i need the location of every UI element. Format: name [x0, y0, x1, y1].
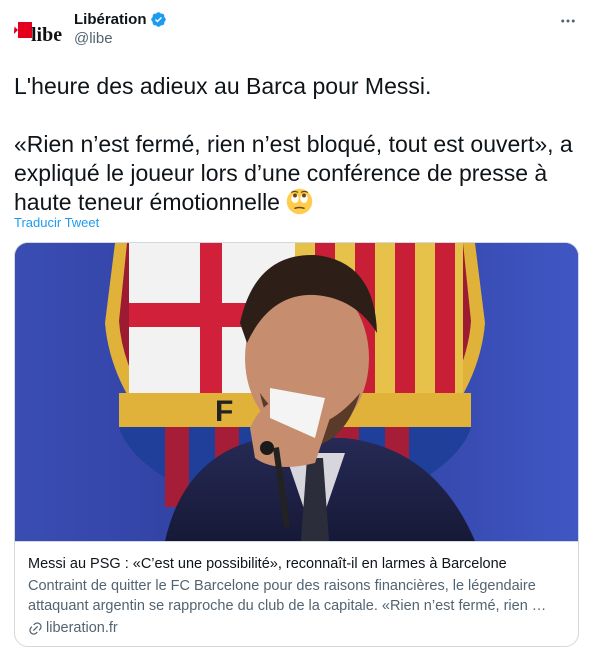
- card-domain: liberation.fr: [28, 618, 567, 638]
- link-icon: [29, 621, 42, 635]
- liberation-logo-icon: libe: [14, 8, 62, 56]
- display-name[interactable]: Libération: [74, 11, 147, 28]
- verified-badge-icon: [150, 12, 166, 27]
- card-title: Messi au PSG : «C’est une possibilité», …: [28, 556, 507, 572]
- svg-text:F: F: [215, 395, 233, 428]
- card-description: Contraint de quitter le FC Barcelone pou…: [28, 578, 547, 614]
- handle[interactable]: @libe: [74, 30, 113, 47]
- messi-press-photo: F: [15, 243, 578, 541]
- tweet-text-line-1: L'heure des adieux au Barca pour Messi.: [14, 73, 432, 99]
- more-options-icon[interactable]: [557, 10, 579, 32]
- svg-text:libe: libe: [31, 24, 62, 46]
- card-body: Messi au PSG : «C’est une possibilité», …: [15, 541, 578, 646]
- tweet-text-line-2: «Rien n’est fermé, rien n’est bloqué, to…: [14, 130, 579, 217]
- rolling-eyes-emoji-icon: [287, 188, 313, 215]
- name-row: Libération: [74, 11, 167, 28]
- tweet-text: L'heure des adieux au Barca pour Messi. …: [14, 72, 579, 217]
- avatar[interactable]: libe: [14, 8, 62, 56]
- card-image[interactable]: F: [15, 243, 578, 541]
- link-card[interactable]: F Messi au PSG : «C’est une possibilité»…: [14, 242, 579, 647]
- tweet-header: libe Libération @libe: [14, 8, 579, 56]
- translate-tweet-link[interactable]: Traducir Tweet: [14, 215, 99, 230]
- card-domain-text: liberation.fr: [46, 620, 118, 636]
